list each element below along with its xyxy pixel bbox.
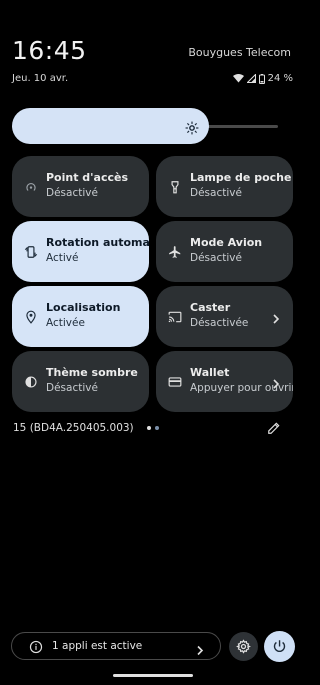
date[interactable]: Jeu. 10 avr. [12, 73, 68, 84]
active-apps-label: 1 appli est active [52, 640, 143, 652]
tile-flashlight[interactable]: Lampe de poche Désactivé [156, 156, 293, 217]
tile-label: Thème sombre [46, 366, 138, 379]
tile-hotspot[interactable]: Point d'accès Désactivé [12, 156, 149, 217]
tile-label: Localisation [46, 301, 121, 314]
tile-label: Mode Avion [190, 236, 263, 249]
edit-icon[interactable] [267, 420, 281, 434]
tile-auto-rotate[interactable]: Rotation automatique Activé [12, 221, 149, 282]
tile-state: Désactivé [46, 382, 98, 394]
tile-wallet[interactable]: Wallet Appuyer pour ouvrir [156, 351, 293, 412]
tile-state: Activée [46, 317, 85, 329]
tile-label: Point d'accès [46, 171, 129, 184]
chevron-right-icon [271, 310, 281, 324]
clock[interactable]: 16:45 [12, 36, 87, 65]
brightness-track [205, 125, 278, 128]
page-indicator [147, 426, 159, 430]
tile-cast[interactable]: Caster Désactivée [156, 286, 293, 347]
tile-state: Désactivée [190, 317, 249, 329]
tile-label: Caster [190, 301, 231, 314]
flashlight-icon [168, 179, 182, 194]
brightness-fill [12, 108, 209, 144]
tile-label: Lampe de poche [190, 171, 292, 184]
cast-icon [168, 309, 182, 323]
hotspot-icon [24, 179, 38, 193]
tile-dark-theme[interactable]: Thème sombre Désactivé [12, 351, 149, 412]
page-dot [155, 426, 159, 430]
auto-rotate-icon [24, 244, 38, 258]
info-icon [29, 639, 43, 654]
settings-button[interactable] [229, 632, 258, 661]
brightness-slider[interactable] [12, 108, 278, 144]
chevron-right-icon [271, 375, 281, 389]
chevron-right-icon [196, 641, 204, 656]
tile-airplane-mode[interactable]: Mode Avion Désactivé [156, 221, 293, 282]
carrier-name: Bouygues Telecom [188, 46, 291, 59]
location-icon [24, 309, 38, 324]
power-icon [272, 639, 287, 654]
battery-icon [258, 73, 265, 84]
tile-label: Rotation automatique [46, 236, 149, 249]
tile-label: Wallet [190, 366, 230, 379]
airplane-icon [168, 244, 182, 258]
power-button[interactable] [264, 631, 295, 662]
battery-percent: 24 % [267, 73, 293, 84]
build-number[interactable]: 15 (BD4A.250405.003) [13, 422, 134, 434]
tile-state: Désactivé [190, 252, 242, 264]
navigation-handle[interactable] [113, 674, 193, 677]
active-apps-button[interactable]: 1 appli est active [11, 632, 221, 660]
wallet-icon [168, 374, 182, 388]
gear-icon [236, 639, 251, 654]
wifi-icon [232, 74, 244, 83]
status-icons: 24 % [232, 73, 293, 84]
tile-state: Désactivé [46, 187, 98, 199]
tile-state: Activé [46, 252, 79, 264]
tile-state: Désactivé [190, 187, 242, 199]
signal-icon [246, 74, 256, 83]
tile-location[interactable]: Localisation Activée [12, 286, 149, 347]
dark-theme-icon [24, 374, 38, 388]
page-dot-active [147, 426, 151, 430]
brightness-icon [185, 120, 199, 135]
